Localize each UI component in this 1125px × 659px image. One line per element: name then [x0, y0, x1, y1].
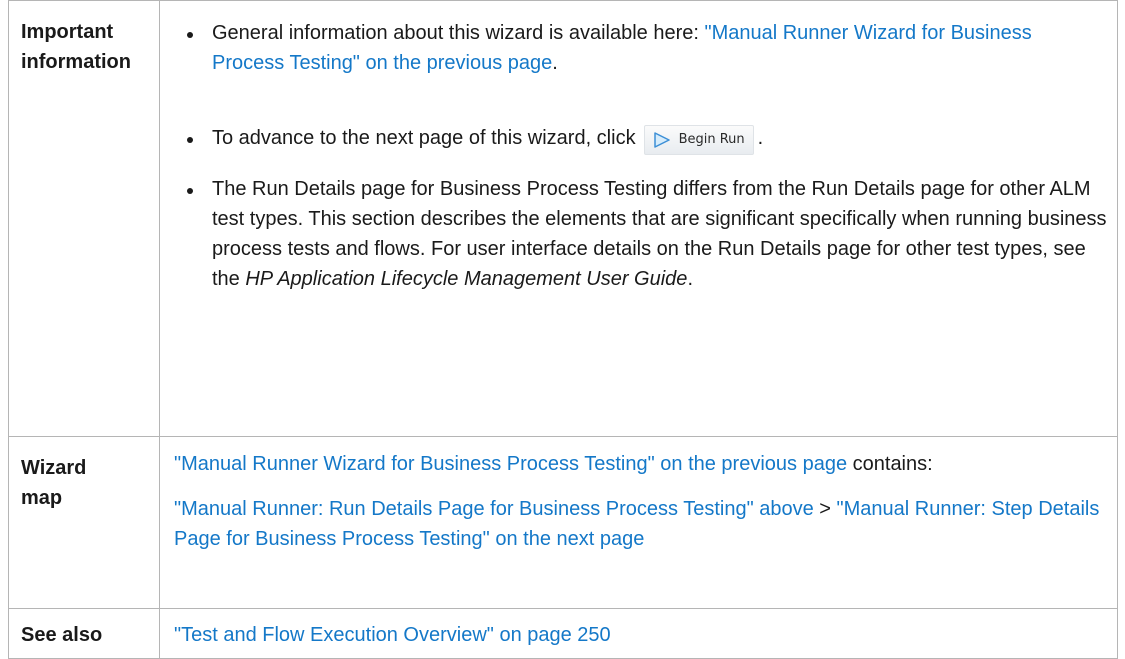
begin-run-button-image: Begin Run	[643, 125, 754, 155]
intro-text: contains:	[847, 453, 933, 475]
bullet-item-advance: To advance to the next page of this wiza…	[174, 123, 1109, 155]
row-label-cell: Wizard map	[8, 436, 160, 609]
row-important-information: Important information General informatio…	[8, 0, 1118, 437]
bullet-dot-icon	[187, 137, 193, 143]
row-content-cell: "Test and Flow Execution Overview" on pa…	[159, 608, 1118, 659]
manual-runner-wizard-link[interactable]: "Manual Runner Wizard for Business Proce…	[174, 453, 847, 475]
bullet-list: General information about this wizard is…	[174, 18, 1109, 294]
bullet-end: .	[552, 52, 558, 74]
row-label: Wizard map	[21, 457, 87, 509]
bullet-text: General information about this wizard is…	[212, 22, 705, 44]
row-label-cell: Important information	[8, 0, 160, 437]
path-separator: >	[813, 498, 837, 520]
bullet-item-general-info: General information about this wizard is…	[174, 18, 1109, 78]
wizard-map-intro: "Manual Runner Wizard for Business Proce…	[174, 449, 1109, 479]
test-flow-execution-link[interactable]: "Test and Flow Execution Overview" on pa…	[174, 624, 611, 646]
row-label: Important information	[21, 21, 131, 73]
bullet-dot-icon	[187, 32, 193, 38]
bullet-item-run-details: The Run Details page for Business Proces…	[174, 174, 1109, 294]
bullet-end: .	[757, 127, 764, 149]
run-details-page-link[interactable]: "Manual Runner: Run Details Page for Bus…	[174, 498, 814, 520]
bullet-dot-icon	[187, 188, 193, 194]
row-content-cell: "Manual Runner Wizard for Business Proce…	[159, 436, 1118, 609]
info-table: Important information General informatio…	[8, 0, 1118, 659]
row-wizard-map: Wizard map "Manual Runner Wizard for Bus…	[8, 436, 1118, 609]
row-content-cell: General information about this wizard is…	[159, 0, 1118, 437]
bullet-text: To advance to the next page of this wiza…	[212, 127, 636, 149]
play-arrow-icon	[653, 132, 670, 148]
row-see-also: See also "Test and Flow Execution Overvi…	[8, 608, 1118, 659]
wizard-map-path: "Manual Runner: Run Details Page for Bus…	[174, 494, 1109, 554]
user-guide-title: HP Application Lifecycle Management User…	[245, 268, 688, 290]
begin-run-label: Begin Run	[678, 132, 745, 147]
row-label-cell: See also	[8, 608, 160, 659]
row-label: See also	[21, 624, 103, 646]
bullet-end: .	[687, 268, 693, 290]
